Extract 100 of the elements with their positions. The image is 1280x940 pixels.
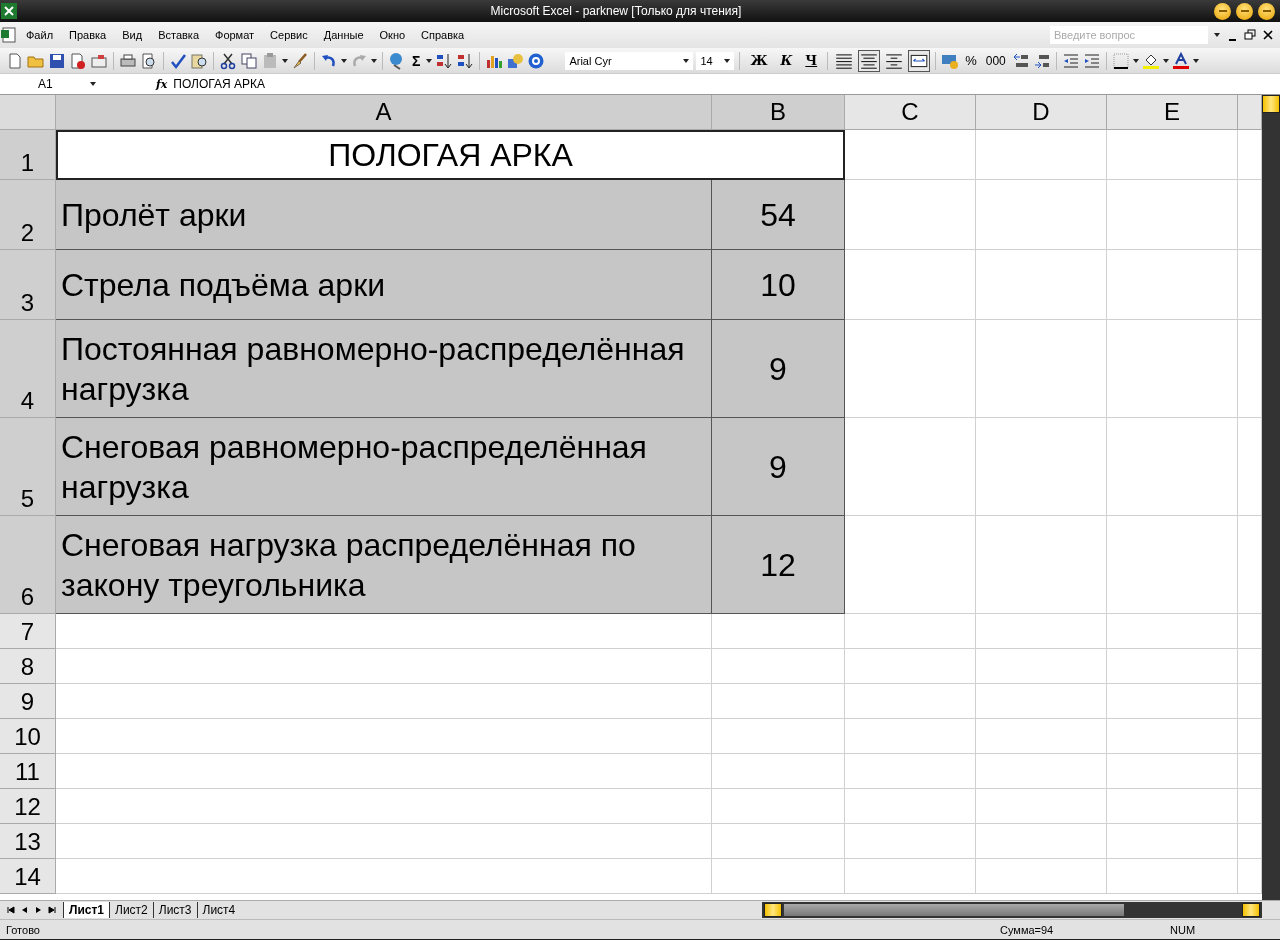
dropdown-arrow-icon[interactable] — [1132, 58, 1139, 63]
row-header[interactable]: 11 — [0, 754, 56, 789]
row-header[interactable]: 3 — [0, 250, 56, 320]
sheet-tab[interactable]: Лист2 — [109, 902, 153, 918]
bold-button[interactable]: Ж — [745, 52, 773, 69]
close-icon[interactable] — [1262, 29, 1274, 41]
merge-center-icon[interactable] — [908, 49, 931, 72]
column-header[interactable]: E — [1107, 95, 1238, 130]
print-preview-icon[interactable] — [140, 51, 158, 70]
previous-sheet-icon[interactable] — [20, 905, 29, 915]
next-sheet-icon[interactable] — [34, 905, 43, 915]
dropdown-arrow-icon[interactable] — [90, 82, 96, 86]
align-center-icon[interactable] — [858, 49, 881, 72]
maximize-button[interactable] — [1236, 2, 1253, 20]
dropdown-arrow-icon[interactable] — [371, 58, 377, 63]
row-header[interactable]: 5 — [0, 418, 56, 516]
minimize-button[interactable] — [1214, 2, 1231, 20]
row-header[interactable]: 7 — [0, 614, 56, 649]
restore-icon[interactable] — [1244, 28, 1256, 42]
thousands-button[interactable]: 000 — [982, 53, 1009, 68]
name-box[interactable]: A1 — [0, 75, 90, 93]
menu-item[interactable]: Вставка — [150, 29, 207, 41]
dropdown-arrow-icon[interactable] — [683, 58, 690, 63]
excel-logo-icon[interactable] — [0, 2, 18, 20]
row-header[interactable]: 9 — [0, 684, 56, 719]
row-header[interactable]: 2 — [0, 180, 56, 250]
font-color-icon[interactable] — [1171, 51, 1190, 70]
sheet-tab[interactable]: Лист3 — [152, 902, 197, 918]
research-icon[interactable] — [190, 51, 208, 70]
column-header[interactable]: A — [56, 95, 712, 130]
italic-button[interactable]: К — [775, 52, 798, 69]
window-title: Microsoft Excel - parknew [Только для чтения] — [489, 4, 743, 18]
increase-indent-icon[interactable] — [1082, 51, 1101, 70]
scissors-icon[interactable] — [219, 51, 237, 70]
sort-ascending-icon[interactable] — [435, 51, 454, 70]
new-document-icon[interactable] — [6, 51, 24, 70]
first-sheet-icon[interactable] — [6, 905, 15, 915]
insert-function-button[interactable]: fx — [156, 77, 168, 91]
table-cell: 9 — [712, 418, 845, 516]
row-header[interactable]: 1 — [0, 130, 56, 180]
clipboard-icon[interactable] — [261, 51, 279, 70]
table-cell: Снеговая равномерно-распределённая нагрузка — [56, 418, 712, 516]
vertical-scrollbar[interactable] — [1262, 95, 1280, 900]
dropdown-arrow-icon[interactable] — [1192, 58, 1199, 63]
formula-field[interactable]: ПОЛОГАЯ АРКА — [173, 77, 1280, 91]
row-header[interactable]: 4 — [0, 320, 56, 418]
help-icon[interactable] — [527, 51, 546, 70]
increase-decimal-icon[interactable] — [1011, 51, 1030, 70]
horizontal-scrollbar[interactable] — [762, 902, 1262, 918]
sum-readout: Сумма=94 — [1000, 923, 1055, 936]
font-dropdown[interactable]: Arial Cyr — [565, 51, 694, 70]
table-cell: Пролёт арки — [56, 180, 712, 250]
close-button[interactable] — [1258, 2, 1275, 20]
menu-item[interactable]: Справка — [413, 29, 473, 41]
last-sheet-icon[interactable] — [48, 905, 57, 915]
document-stop-icon[interactable] — [69, 51, 87, 70]
workbook-icon[interactable] — [0, 26, 18, 44]
autosum-button[interactable]: Σ — [409, 52, 424, 69]
dropdown-arrow-icon[interactable] — [426, 58, 433, 63]
table-cell: 12 — [712, 516, 845, 614]
percent-button[interactable]: % — [962, 53, 980, 68]
menu-item[interactable]: Вид — [114, 29, 151, 41]
column-header[interactable]: B — [712, 95, 845, 130]
title-cell: ПОЛОГАЯ АРКА — [56, 130, 845, 180]
table-cell: Постоянная равномерно-распределённая нагрузка — [56, 320, 712, 418]
table-cell: 9 — [712, 320, 845, 418]
help-search-field[interactable]: Введите вопрос — [1050, 26, 1208, 44]
menu-item[interactable]: Формат — [207, 29, 263, 41]
row-header[interactable]: 12 — [0, 789, 56, 824]
dropdown-arrow-icon[interactable] — [341, 58, 347, 63]
dropdown-arrow-icon[interactable] — [1214, 33, 1220, 37]
row-header[interactable]: 13 — [0, 824, 56, 859]
dropdown-arrow-icon[interactable] — [724, 58, 731, 63]
paintbrush-icon[interactable] — [291, 51, 309, 70]
row-header[interactable]: 14 — [0, 859, 56, 894]
underline-button[interactable]: Ч — [800, 52, 823, 69]
row-header[interactable]: 6 — [0, 516, 56, 614]
status-text: Готово — [5, 923, 40, 936]
font-size-dropdown[interactable]: 14 — [696, 51, 735, 70]
sheet-tab[interactable]: Лист4 — [196, 902, 241, 918]
sheet-tab[interactable]: Лист1 — [63, 902, 110, 918]
column-header[interactable]: C — [845, 95, 976, 130]
sort-descending-icon[interactable] — [456, 51, 475, 70]
table-cell: 54 — [712, 180, 845, 250]
menu-item[interactable]: Правка — [61, 29, 115, 41]
menu-item[interactable]: Файл — [18, 29, 62, 41]
decrease-indent-icon[interactable] — [1061, 51, 1080, 70]
menu-item[interactable]: Данные — [315, 29, 372, 41]
dropdown-arrow-icon[interactable] — [1162, 58, 1169, 63]
column-header[interactable]: D — [976, 95, 1107, 130]
printer-icon[interactable] — [119, 51, 137, 70]
row-header[interactable]: 8 — [0, 649, 56, 684]
menu-item[interactable]: Сервис — [262, 29, 316, 41]
drawing-tools-icon[interactable] — [506, 51, 525, 70]
dropdown-arrow-icon[interactable] — [282, 58, 288, 63]
row-header[interactable]: 10 — [0, 719, 56, 754]
table-cell: Снеговая нагрузка распределённая по закону треугольника — [56, 516, 712, 614]
borders-icon[interactable] — [1111, 51, 1130, 70]
copy-icon[interactable] — [240, 51, 258, 70]
menu-item[interactable]: Окно — [371, 29, 414, 41]
